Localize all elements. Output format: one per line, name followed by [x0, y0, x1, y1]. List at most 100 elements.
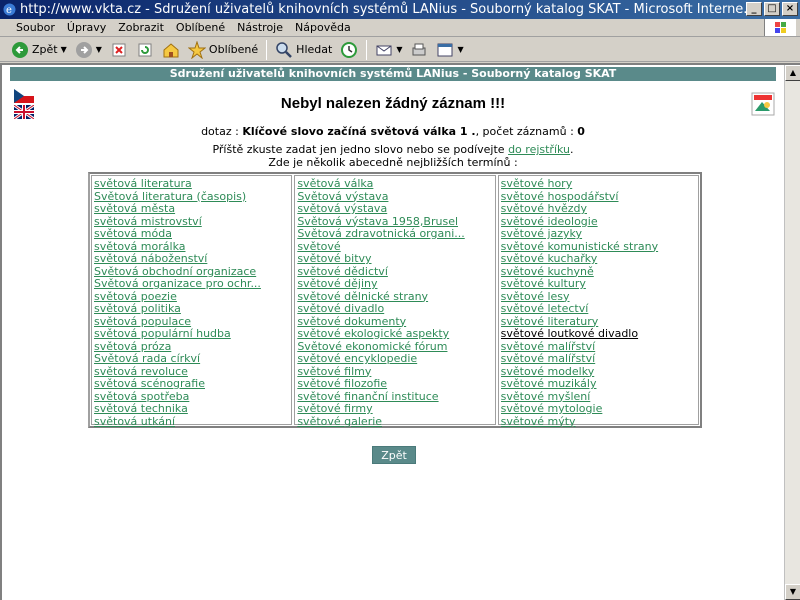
term-link[interactable]: světové filozofie — [297, 378, 387, 390]
term-link[interactable]: světové modelky — [501, 366, 595, 378]
term-link[interactable]: světová utkání — [94, 416, 175, 428]
forward-toolbar-button[interactable]: ▼ — [72, 39, 105, 61]
term-link[interactable]: světové jazyky — [501, 228, 582, 240]
refresh-button[interactable] — [133, 39, 157, 61]
term-row: světové kuchyně — [501, 266, 696, 279]
back-arrow-icon — [12, 41, 28, 58]
term-link[interactable]: Světová obchodní organizace — [94, 266, 256, 278]
back-toolbar-button[interactable]: Zpět ▼ — [8, 39, 70, 61]
edit-button[interactable]: ▼ — [433, 39, 466, 61]
term-link[interactable]: světová náboženství — [94, 253, 207, 265]
vertical-scrollbar[interactable]: ▲ ▼ — [784, 65, 800, 600]
minimize-button[interactable]: _ — [746, 2, 762, 16]
index-link[interactable]: do rejstříku — [508, 143, 570, 156]
term-link[interactable]: světové galerie — [297, 416, 382, 428]
term-link[interactable]: světové hory — [501, 178, 573, 190]
term-link[interactable]: světové muzikály — [501, 378, 597, 390]
mail-button[interactable]: ▼ — [372, 39, 405, 61]
term-link[interactable]: světové literatury — [501, 316, 599, 328]
term-link[interactable]: Světová literatura (časopis) — [94, 191, 246, 203]
term-link[interactable]: světové hospodářství — [501, 191, 619, 203]
term-link[interactable]: světová výstava — [297, 203, 387, 215]
term-link[interactable]: světové myšlení — [501, 391, 591, 403]
term-link[interactable]: Světová zdravotnická organi... — [297, 228, 464, 240]
menu-napoveda[interactable]: Nápověda — [289, 19, 357, 37]
term-link[interactable]: světová populární hudba — [94, 328, 231, 340]
term-link[interactable]: světové letectví — [501, 303, 589, 315]
term-link[interactable]: světové dědictví — [297, 266, 388, 278]
term-link[interactable]: světové dělnické strany — [297, 291, 428, 303]
term-link[interactable]: světové malířství — [501, 341, 596, 353]
term-link[interactable]: světová revoluce — [94, 366, 188, 378]
back-button[interactable]: Zpět — [372, 446, 416, 464]
stop-icon — [112, 43, 126, 56]
term-link[interactable]: světová technika — [94, 403, 188, 415]
menu-soubor[interactable]: Soubor — [10, 19, 61, 37]
term-row: světové ideologie — [501, 216, 696, 229]
print-button[interactable] — [407, 39, 431, 61]
chevron-down-icon[interactable]: ▼ — [396, 45, 402, 54]
search-button[interactable]: Hledat — [272, 39, 335, 61]
term-link[interactable]: světová politika — [94, 303, 181, 315]
chevron-down-icon[interactable]: ▼ — [96, 45, 102, 54]
term-row: Světová výstava 1958,Brusel — [297, 216, 492, 229]
term-link[interactable]: Světová výstava 1958,Brusel — [297, 216, 458, 228]
term-row: světová móda — [94, 228, 289, 241]
term-link[interactable]: světové malířství — [501, 353, 596, 365]
term-link[interactable]: světová města — [94, 203, 175, 215]
scroll-up-icon[interactable]: ▲ — [785, 65, 800, 81]
term-link[interactable]: světové firmy — [297, 403, 372, 415]
term-link[interactable]: světová scénografie — [94, 378, 205, 390]
term-row: světové dějiny — [297, 278, 492, 291]
term-link[interactable]: světové divadlo — [297, 303, 384, 315]
term-link[interactable]: světové ekologické aspekty — [297, 328, 449, 340]
close-button[interactable]: × — [782, 2, 798, 16]
term-link[interactable]: světové hvězdy — [501, 203, 587, 215]
term-link[interactable]: Světová výstava — [297, 191, 388, 203]
stop-button[interactable] — [107, 39, 131, 61]
hint-text: Příště zkuste zadat jen jedno slovo nebo… — [212, 143, 509, 156]
term-link[interactable]: světové kuchyně — [501, 266, 594, 278]
term-link[interactable]: světové lesy — [501, 291, 570, 303]
scroll-down-icon[interactable]: ▼ — [785, 584, 800, 600]
maximize-button[interactable]: □ — [764, 2, 780, 16]
term-link[interactable]: světová populace — [94, 316, 191, 328]
term-row: světové malířství — [501, 353, 696, 366]
term-link[interactable]: světové ideologie — [501, 216, 598, 228]
term-link[interactable]: světové loutkové divadlo — [501, 328, 638, 340]
term-row: světové hospodářství — [501, 191, 696, 204]
favorites-button[interactable]: Oblíbené — [185, 39, 261, 61]
chevron-down-icon[interactable]: ▼ — [61, 45, 67, 54]
term-link[interactable]: světová próza — [94, 341, 171, 353]
term-link[interactable]: Světové ekonomické fórum — [297, 341, 447, 353]
term-link[interactable]: světová spotřeba — [94, 391, 189, 403]
term-link[interactable]: světové encyklopedie — [297, 353, 417, 365]
term-link[interactable]: Světová rada církví — [94, 353, 200, 365]
term-link[interactable]: světové bitvy — [297, 253, 371, 265]
term-row: světové hory — [501, 178, 696, 191]
menu-nastroje[interactable]: Nástroje — [231, 19, 289, 37]
term-link[interactable]: světové mytologie — [501, 403, 603, 415]
term-link[interactable]: Světová organizace pro ochr... — [94, 278, 261, 290]
term-link[interactable]: světové dokumenty — [297, 316, 406, 328]
term-link[interactable]: světové — [297, 241, 340, 253]
term-link[interactable]: světové dějiny — [297, 278, 377, 290]
term-link[interactable]: světová móda — [94, 228, 172, 240]
menu-zobrazit[interactable]: Zobrazit — [112, 19, 170, 37]
home-button[interactable] — [159, 39, 183, 61]
term-link[interactable]: světové kultury — [501, 278, 586, 290]
term-link[interactable]: světové finanční instituce — [297, 391, 438, 403]
term-link[interactable]: světová morálka — [94, 241, 185, 253]
menu-oblibene[interactable]: Oblíbené — [170, 19, 231, 37]
term-link[interactable]: světové filmy — [297, 366, 371, 378]
term-link[interactable]: světové mýty — [501, 416, 576, 428]
term-link[interactable]: světová literatura — [94, 178, 192, 190]
term-link[interactable]: světová poezie — [94, 291, 177, 303]
history-button[interactable] — [337, 39, 361, 61]
term-link[interactable]: světové komunistické strany — [501, 241, 658, 253]
term-link[interactable]: světová mistrovství — [94, 216, 202, 228]
menu-upravy[interactable]: Úpravy — [61, 19, 112, 37]
chevron-down-icon[interactable]: ▼ — [457, 45, 463, 54]
term-link[interactable]: světové kuchařky — [501, 253, 598, 265]
term-link[interactable]: světová válka — [297, 178, 373, 190]
